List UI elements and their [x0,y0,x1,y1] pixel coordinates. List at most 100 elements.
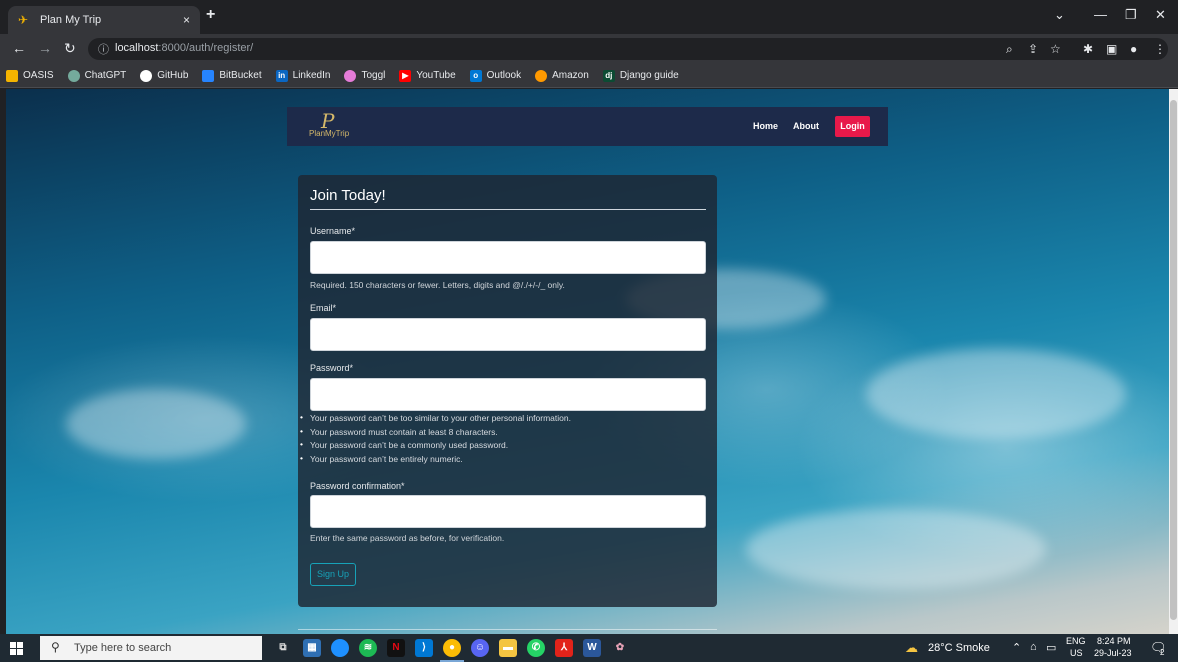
task-view-icon[interactable]: ⧉ [274,639,292,657]
email-label: Email* [310,303,337,313]
register-form-card: Join Today! Username* Required. 150 char… [298,175,717,607]
minimize-icon[interactable]: — [1094,7,1107,22]
windows-start-icon[interactable] [10,642,23,655]
tab-search-chevron-icon[interactable]: ⌄ [1054,7,1065,23]
password-confirm-input[interactable] [310,495,706,528]
youtube-icon: ▶ [399,69,412,82]
vscode-icon[interactable]: ⟩ [415,639,433,657]
zoom-icon[interactable]: ⌕ [1006,42,1013,57]
outlook-icon: o [469,69,482,82]
discord-icon[interactable]: ☺ [471,639,489,657]
notification-count: 2 [1160,648,1165,657]
password-rule: Your password must contain at least 8 ch… [298,426,571,441]
language-bottom[interactable]: US [1070,648,1083,658]
language-top[interactable]: ENG [1066,636,1086,646]
battery-icon[interactable]: ▭ [1046,641,1056,654]
address-bar[interactable]: ⓘ localhost:8000/auth/register/ ⌕ ⇪ ☆ ✱ … [88,38,1168,60]
django-icon: dj [602,69,615,82]
browser-tabstrip: ✈ Plan My Trip × + ⌄ — ❐ ✕ [0,0,1178,34]
username-label: Username* [310,226,356,236]
page-viewport: P PlanMyTrip Home About Login Join Today… [6,89,1169,634]
extensions-icon[interactable]: ✱ [1083,42,1093,56]
menu-icon[interactable]: ⋮ [1154,42,1166,56]
site-favicon-icon: ✈ [18,13,29,27]
side-panel-icon[interactable]: ▣ [1106,42,1117,56]
maximize-icon[interactable]: ❐ [1125,7,1137,23]
chatgpt-icon [67,69,80,82]
bookmark-oasis[interactable]: OASIS [6,69,54,82]
toggl-icon [344,69,357,82]
profile-icon[interactable]: ● [1130,42,1137,56]
password-confirm-label: Password confirmation* [310,481,405,491]
footer-divider [298,629,717,630]
background-foam [66,389,246,459]
username-input[interactable] [310,241,706,274]
netflix-icon[interactable]: N [387,639,405,657]
word-icon[interactable]: W [583,639,601,657]
password-input[interactable] [310,378,706,411]
windows-taskbar: ⚲ Type here to search ⧉ ▦ ≋ N ⟩ ● ☺ ▬ ✆ … [0,634,1178,662]
forward-icon[interactable]: → [38,40,52,56]
password-confirm-help-text: Enter the same password as before, for v… [310,533,505,543]
whatsapp-icon[interactable]: ✆ [527,639,545,657]
bookmark-github[interactable]: GitHub [140,69,188,82]
acrobat-icon[interactable]: ⅄ [555,639,573,657]
site-info-icon[interactable]: ⓘ [98,41,109,57]
github-icon [140,69,153,82]
app-icon[interactable] [331,639,349,657]
bookmark-outlook[interactable]: o Outlook [469,69,521,82]
browser-tab[interactable]: ✈ Plan My Trip × [8,6,200,34]
bookmark-youtube[interactable]: ▶ YouTube [399,69,456,82]
password-rule: Your password can’t be a commonly used p… [298,439,571,454]
address-url: localhost:8000/auth/register/ [115,42,254,54]
bookmark-star-icon[interactable]: ☆ [1050,42,1061,56]
nav-home-link[interactable]: Home [753,121,778,131]
spotify-icon[interactable]: ≋ [359,639,377,657]
brand-mark: P [321,109,335,133]
nav-about-link[interactable]: About [793,121,819,131]
search-icon: ⚲ [51,640,60,654]
bookmark-amazon[interactable]: Amazon [535,69,589,82]
brand-name: PlanMyTrip [309,129,350,138]
amazon-icon [535,69,548,82]
back-icon[interactable]: ← [12,40,26,56]
password-rule: Your password can’t be too similar to yo… [298,412,571,427]
background-foam [866,349,1126,439]
email-input[interactable] [310,318,706,351]
browser-toolbar: ← → ↻ ⓘ localhost:8000/auth/register/ ⌕ … [0,34,1178,64]
brand-logo[interactable]: P PlanMyTrip [309,111,349,138]
page-scrollbar[interactable] [1169,89,1178,634]
password-label: Password* [310,363,354,373]
close-window-icon[interactable]: ✕ [1155,7,1166,23]
show-hidden-icons-chevron-icon[interactable]: ⌃ [1012,641,1021,654]
new-tab-button[interactable]: + [206,6,215,24]
chrome-icon[interactable]: ● [443,639,461,657]
linkedin-icon: in [275,69,288,82]
scrollbar-thumb[interactable] [1170,100,1177,620]
weather-icon[interactable]: ☁ [905,640,918,656]
reload-icon[interactable]: ↻ [64,40,76,57]
bookmark-django-guide[interactable]: dj Django guide [602,69,679,82]
weather-text[interactable]: 28°C Smoke [928,642,990,654]
calculator-icon[interactable]: ▦ [303,639,321,657]
network-icon[interactable]: ⌂ [1030,641,1037,653]
taskbar-search-box[interactable]: ⚲ Type here to search [40,636,262,660]
tab-title: Plan My Trip [40,14,102,26]
clock-date[interactable]: 29-Jul-23 [1094,648,1132,658]
bookmark-chatgpt[interactable]: ChatGPT [67,69,126,82]
app-icon[interactable]: ✿ [611,639,629,657]
background-foam [746,509,1046,589]
sign-up-button[interactable]: Sign Up [310,563,356,586]
bookmark-linkedin[interactable]: in LinkedIn [275,69,330,82]
taskbar-search-placeholder: Type here to search [74,642,172,654]
bookmarks-bar: OASIS ChatGPT GitHub BitBucket in LinkedI… [0,64,1178,88]
tab-close-icon[interactable]: × [183,13,190,27]
bookmark-bitbucket[interactable]: BitBucket [202,69,262,82]
oasis-icon [6,69,18,82]
clock-time[interactable]: 8:24 PM [1097,636,1131,646]
bookmark-toggl[interactable]: Toggl [344,69,385,82]
bitbucket-icon [202,69,215,82]
share-icon[interactable]: ⇪ [1028,42,1038,56]
file-explorer-icon[interactable]: ▬ [499,639,517,657]
nav-login-button[interactable]: Login [835,116,870,137]
